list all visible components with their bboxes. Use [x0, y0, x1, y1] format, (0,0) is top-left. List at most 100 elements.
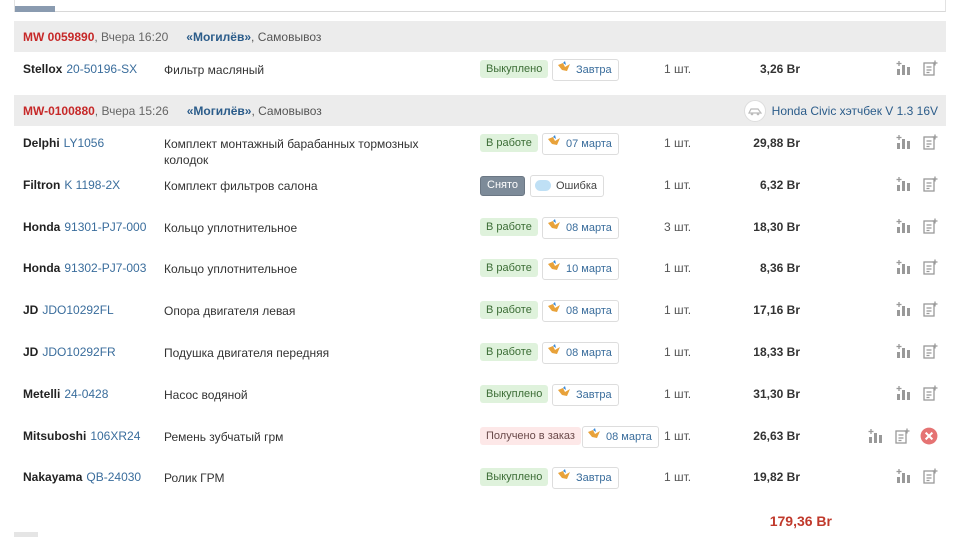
- brand-name: Mitsuboshi: [23, 428, 87, 443]
- delivery-date[interactable]: 08 марта: [582, 425, 659, 448]
- delivery-date[interactable]: 10 марта: [542, 258, 619, 281]
- brand-name: Filtron: [23, 177, 61, 192]
- order-city[interactable]: «Могилёв»: [187, 104, 252, 118]
- car-name[interactable]: Honda Civic хэтчбек V 1.3 16V: [772, 104, 938, 118]
- bird-icon: [557, 385, 576, 405]
- bird-icon: [587, 427, 606, 447]
- part-description: Кольцо уплотнительное: [164, 220, 298, 235]
- delivery-date[interactable]: 07 марта: [542, 133, 619, 155]
- order-id[interactable]: MW 0059890: [23, 30, 94, 44]
- row-actions: [886, 134, 938, 153]
- part-description: Опора двигателя левая: [164, 304, 296, 319]
- bird-icon: [547, 259, 566, 279]
- price: 26,63 Br: [753, 428, 800, 443]
- delivery-date[interactable]: Завтра: [552, 383, 619, 406]
- row-actions: [886, 60, 938, 79]
- delivery-date-text: 08 марта: [606, 430, 652, 443]
- status-badge: Получено в заказ: [480, 426, 581, 445]
- delivery-date[interactable]: Завтра: [552, 467, 619, 490]
- delivery-date-text: 08 марта: [566, 221, 612, 234]
- row-actions: [886, 259, 938, 278]
- part-article-link[interactable]: 20-50196-SX: [66, 62, 137, 76]
- part-article-link[interactable]: 24-0428: [64, 387, 108, 401]
- part-article-link[interactable]: 91302-PJ7-003: [64, 261, 146, 275]
- status-badge: В работе: [480, 343, 538, 361]
- tab-indicator[interactable]: [15, 6, 55, 12]
- brand-name: Honda: [23, 261, 61, 276]
- part-brand: Mitsuboshi 106XR24: [23, 429, 140, 443]
- bird-icon: [547, 343, 566, 363]
- add-note-icon[interactable]: [912, 301, 938, 320]
- add-note-icon[interactable]: [912, 134, 938, 153]
- brand-name: Stellox: [23, 62, 63, 76]
- brand-name: JD: [23, 303, 39, 318]
- add-to-chart-icon[interactable]: [886, 468, 912, 487]
- delivery-date-text: 07 марта: [566, 138, 612, 150]
- brand-name: JD: [23, 345, 39, 359]
- order-header: MW 0059890, Вчера 16:20 «Могилёв», Самов…: [14, 21, 946, 52]
- add-to-chart-icon[interactable]: [886, 259, 912, 278]
- add-to-chart-icon[interactable]: [886, 343, 912, 362]
- add-note-icon[interactable]: [912, 60, 938, 79]
- delivery-date[interactable]: 08 марта: [542, 342, 619, 364]
- add-to-chart-icon[interactable]: [886, 60, 912, 79]
- status-badge: В работе: [480, 217, 538, 236]
- order-id[interactable]: MW-0100880: [23, 104, 95, 118]
- row-actions: [858, 427, 938, 448]
- add-note-icon[interactable]: [912, 343, 938, 362]
- part-brand: Nakayama QB-24030: [23, 470, 141, 484]
- table-row: Filtron K 1198-2X Комплект фильтров салона…: [14, 168, 946, 208]
- add-to-chart-icon[interactable]: [886, 385, 912, 404]
- add-note-icon[interactable]: [912, 218, 938, 237]
- delivery-date[interactable]: 08 марта: [542, 216, 619, 239]
- part-article-link[interactable]: LY1056: [64, 136, 104, 150]
- order-date: , Вчера 15:26: [94, 103, 169, 118]
- car-icon: [743, 99, 766, 122]
- delivery-date-text: Завтра: [576, 472, 612, 485]
- part-article-link[interactable]: JDO10292FL: [42, 303, 113, 317]
- bird-icon: [547, 134, 566, 154]
- add-note-icon[interactable]: [884, 428, 910, 447]
- add-note-icon[interactable]: [912, 385, 938, 404]
- part-article-link[interactable]: QB-24030: [86, 470, 141, 484]
- delivery-date-text: 10 марта: [566, 263, 612, 276]
- add-note-icon[interactable]: [912, 176, 938, 195]
- add-to-chart-icon[interactable]: [886, 134, 912, 153]
- order-delivery: , Самовывоз: [251, 103, 322, 118]
- row-actions: [886, 385, 938, 404]
- part-brand: Metelli 24-0428: [23, 387, 108, 401]
- cancel-icon[interactable]: [910, 427, 938, 448]
- delivery-date[interactable]: Завтра: [552, 59, 619, 81]
- row-actions: [886, 468, 938, 487]
- part-description: Фильтр масляный: [164, 63, 265, 77]
- table-row: Metelli 24-0428 Насос водяной Выкуплено Завт…: [14, 377, 946, 417]
- part-article-link[interactable]: 91301-PJ7-000: [64, 220, 146, 234]
- add-note-icon[interactable]: [912, 259, 938, 278]
- car-info[interactable]: Honda Civic хэтчбек V 1.3 16V: [743, 95, 938, 126]
- part-description: Комплект фильтров салона: [164, 178, 318, 193]
- part-brand: Stellox 20-50196-SX: [23, 62, 137, 76]
- add-to-chart-icon[interactable]: [858, 428, 884, 447]
- add-to-chart-icon[interactable]: [886, 301, 912, 320]
- part-article-link[interactable]: K 1198-2X: [64, 178, 120, 192]
- add-to-chart-icon[interactable]: [886, 176, 912, 195]
- brand-name: Delphi: [23, 136, 60, 150]
- delivery-date[interactable]: 08 марта: [542, 300, 619, 323]
- part-article-link[interactable]: 106XR24: [90, 429, 140, 443]
- row-actions: [886, 176, 938, 195]
- part-article-link[interactable]: JDO10292FR: [42, 345, 115, 359]
- add-to-chart-icon[interactable]: [886, 218, 912, 237]
- delivery-date-text: 08 марта: [566, 305, 612, 318]
- order-city[interactable]: «Могилёв»: [186, 30, 251, 44]
- price: 31,30 Br: [753, 386, 800, 401]
- row-actions: [886, 343, 938, 362]
- cloud-icon: [535, 180, 551, 192]
- table-row: Stellox 20-50196-SX Фильтр масляный Выкупле…: [14, 52, 946, 92]
- quantity: 1 шт.: [664, 428, 692, 443]
- delivery-date[interactable]: Ошибка: [530, 174, 604, 197]
- part-description: Подушка двигателя передняя: [164, 346, 330, 360]
- price: 18,30 Br: [753, 219, 800, 234]
- price: 6,32 Br: [759, 177, 800, 192]
- add-note-icon[interactable]: [912, 468, 938, 487]
- row-actions: [886, 218, 938, 237]
